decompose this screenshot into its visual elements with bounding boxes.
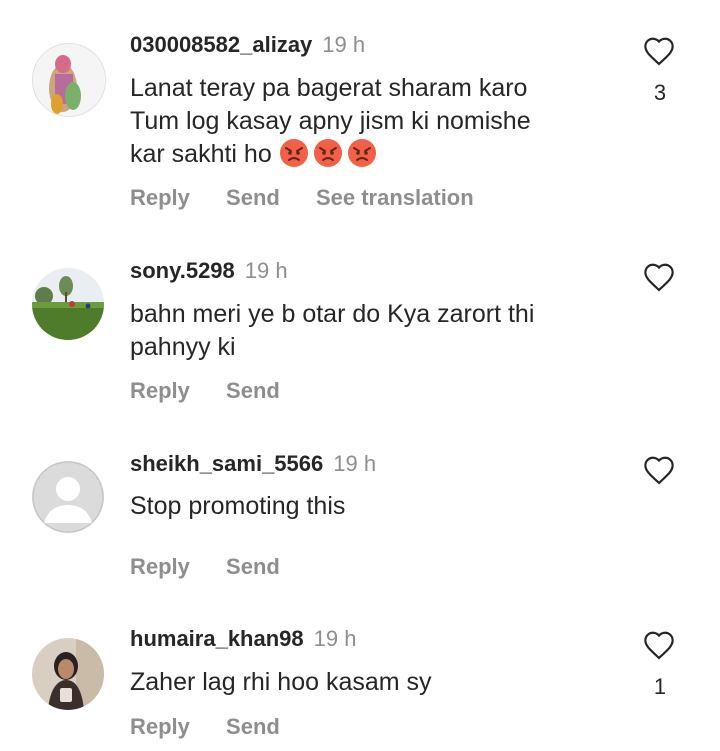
send-button[interactable]: Send xyxy=(226,714,280,739)
comment-text: Zaher lag rhi hoo kasam sy xyxy=(130,666,600,699)
comment-actions: Reply Send xyxy=(130,714,310,740)
default-avatar-icon xyxy=(32,461,104,533)
avatar[interactable] xyxy=(32,43,106,117)
comment-username[interactable]: sony.5298 19 h xyxy=(130,258,288,284)
avatar-image xyxy=(33,44,105,116)
avatar-image xyxy=(32,268,104,340)
reply-button[interactable]: Reply xyxy=(130,185,190,210)
comment-username[interactable]: 030008582_alizay 19 h xyxy=(130,32,365,58)
comment-username[interactable]: humaira_khan98 19 h xyxy=(130,626,356,652)
comment-actions: Reply Send xyxy=(130,378,310,404)
comment-actions: Reply Send See translation xyxy=(130,185,504,211)
comment-text-line: Lanat teray pa bagerat sharam karo xyxy=(130,74,528,102)
reply-button[interactable]: Reply xyxy=(130,714,190,739)
comment-actions: Reply Send xyxy=(130,554,310,580)
comment-text-line: bahn meri ye b otar do Kya zarort thi xyxy=(130,300,535,328)
like-heart-icon[interactable] xyxy=(642,455,676,485)
angry-face-icon xyxy=(347,138,377,168)
like-heart-icon[interactable] xyxy=(642,36,676,66)
send-button[interactable]: Send xyxy=(226,378,280,403)
send-button[interactable]: Send xyxy=(226,554,280,579)
avatar[interactable] xyxy=(32,461,104,533)
comment-text: Stop promoting this xyxy=(130,490,600,523)
comment-username[interactable]: sheikh_sami_5566 19 h xyxy=(130,451,376,477)
see-translation-button[interactable]: See translation xyxy=(316,185,474,210)
avatar[interactable] xyxy=(32,638,104,710)
avatar[interactable] xyxy=(32,268,104,340)
username-text[interactable]: 030008582_alizay xyxy=(130,32,312,57)
comment-text-line: pahnyy ki xyxy=(130,333,236,361)
like-heart-icon[interactable] xyxy=(642,262,676,292)
like-heart-icon[interactable] xyxy=(642,630,676,660)
angry-face-icon xyxy=(313,138,343,168)
comment-time: 19 h xyxy=(313,626,357,651)
comment-time: 19 h xyxy=(244,258,288,283)
send-button[interactable]: Send xyxy=(226,185,280,210)
comment-time: 19 h xyxy=(322,32,366,57)
username-text[interactable]: sony.5298 xyxy=(130,258,235,283)
comment-time: 19 h xyxy=(333,451,377,476)
like-count: 3 xyxy=(653,80,667,105)
reply-button[interactable]: Reply xyxy=(130,378,190,403)
angry-face-icon xyxy=(279,138,309,168)
comment-text-line: kar sakhti ho xyxy=(130,138,600,171)
username-text[interactable]: humaira_khan98 xyxy=(130,626,304,651)
comment-text: Lanat teray pa bagerat sharam karo Tum l… xyxy=(130,72,600,171)
comment-text-line: Tum log kasay apny jism ki nomishe xyxy=(130,107,531,135)
comment-text: bahn meri ye b otar do Kya zarort thi pa… xyxy=(130,298,600,364)
username-text[interactable]: sheikh_sami_5566 xyxy=(130,451,323,476)
comment-text-line: Stop promoting this xyxy=(130,492,346,520)
reply-button[interactable]: Reply xyxy=(130,554,190,579)
like-count: 1 xyxy=(653,674,667,699)
avatar-image xyxy=(32,638,104,710)
comment-text-line: Zaher lag rhi hoo kasam sy xyxy=(130,668,432,696)
